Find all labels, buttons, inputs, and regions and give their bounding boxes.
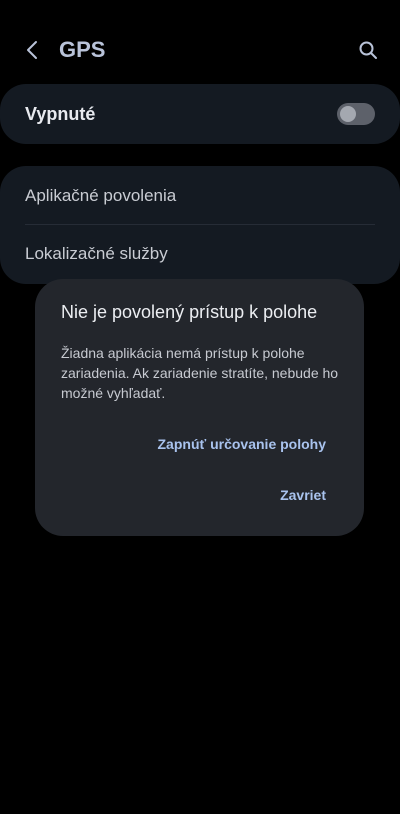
search-icon <box>359 41 377 59</box>
dialog-title: Nie je povolený prístup k polohe <box>61 302 318 322</box>
dialog-message: Žiadna aplikácia nemá prístup k polohe z… <box>61 345 339 401</box>
switch-knob <box>340 106 356 122</box>
settings-list: Aplikačné povolenia Lokalizačné služby <box>0 166 400 284</box>
list-divider <box>25 224 375 225</box>
gps-switch[interactable] <box>337 103 375 125</box>
back-button[interactable] <box>18 36 46 64</box>
app-header: GPS <box>0 28 400 72</box>
chevron-left-icon <box>27 41 37 59</box>
location-access-dialog: Nie je povolený prístup k polohe Žiadna … <box>35 279 364 536</box>
gps-toggle-label: Vypnuté <box>25 104 96 124</box>
close-button[interactable]: Zavriet <box>280 485 326 505</box>
search-button[interactable] <box>354 36 382 64</box>
gps-toggle-row[interactable]: Vypnuté <box>0 84 400 144</box>
list-item-app-permissions[interactable]: Aplikačné povolenia <box>25 185 176 207</box>
list-item-location-services[interactable]: Lokalizačné služby <box>25 243 168 265</box>
enable-location-button[interactable]: Zapnúť určovanie polohy <box>158 434 327 454</box>
page-title: GPS <box>59 37 106 62</box>
